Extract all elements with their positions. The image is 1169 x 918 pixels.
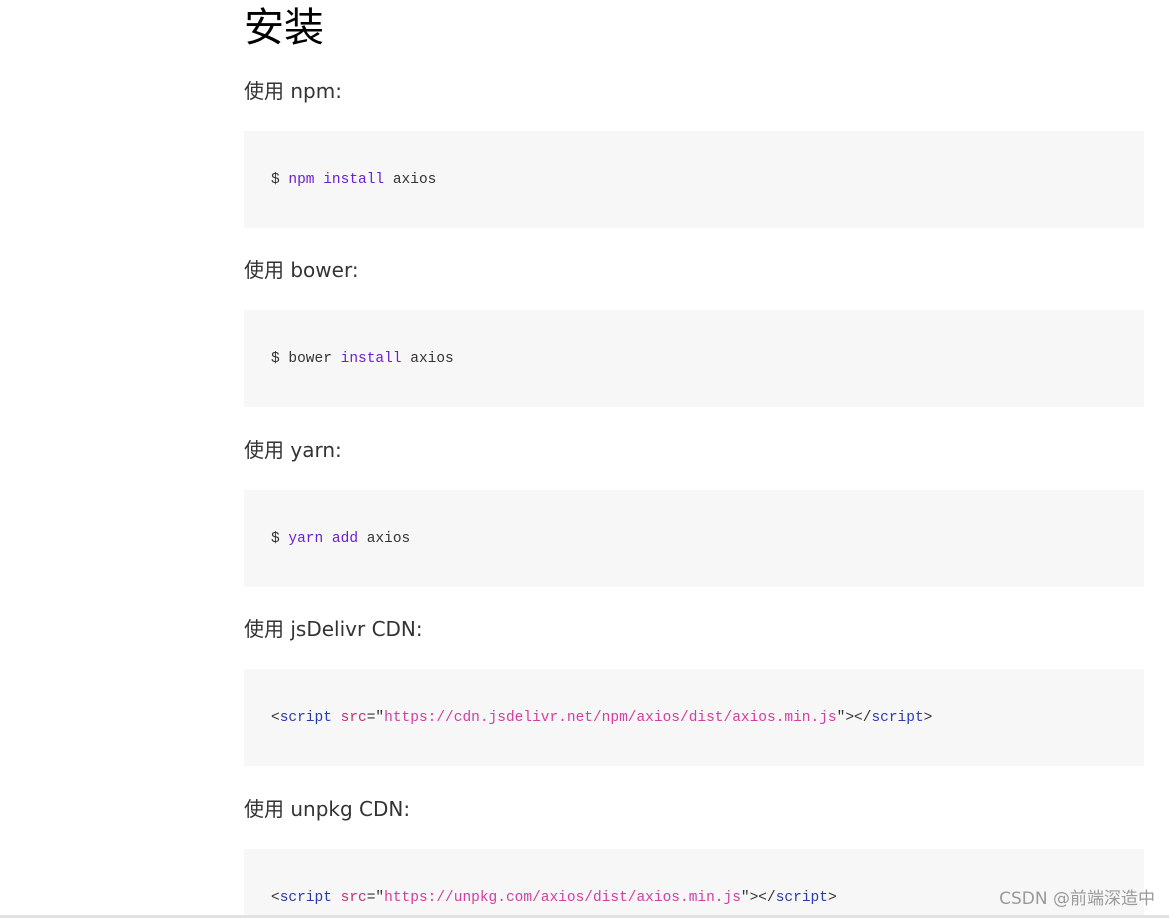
code-line: $ npm install axios [271,172,436,188]
code-token-attr: src [340,889,367,906]
code-token-tag: script [279,889,332,906]
code-line: $ bower install axios [271,351,454,367]
code-token-plain: < [271,709,280,726]
code-token-plain: > [827,889,837,906]
code-token-plain: $ [271,171,289,188]
code-token-str: https://unpkg.com/axios/dist/axios.min.j… [384,889,741,906]
section-label-bower: 使用 bower: [244,258,359,282]
code-token-plain: < [271,889,280,906]
code-token-cmd: yarn [288,530,324,547]
code-line: $ yarn add axios [271,531,410,547]
code-token-cmd: install [323,171,385,188]
code-block-npm[interactable]: $ npm install axios [244,131,1144,228]
code-line: <script src="https://unpkg.com/axios/dis… [271,890,837,906]
code-line: <script src="https://cdn.jsdelivr.net/np… [271,710,932,726]
code-token-plain: > [923,709,933,726]
code-token-cmd: install [340,350,402,367]
code-block-bower[interactable]: $ bower install axios [244,310,1144,407]
code-token-plain: axios [358,530,411,547]
section-label-jsdelivr: 使用 jsDelivr CDN: [244,617,423,641]
code-token-cmd: npm [288,171,315,188]
section-label-unpkg: 使用 unpkg CDN: [244,797,411,821]
code-block-yarn[interactable]: $ yarn add axios [244,490,1144,587]
section-label-npm: 使用 npm: [244,79,342,103]
code-token-cmd: add [331,530,359,547]
code-token-tag: script [279,709,332,726]
code-token-tag: script [871,709,924,726]
code-token-plain: =" [366,709,385,726]
code-token-plain: $ bower [271,350,341,367]
code-block-jsdelivr[interactable]: <script src="https://cdn.jsdelivr.net/np… [244,669,1144,766]
code-token-plain: axios [401,350,454,367]
page-title: 安装 [244,5,324,51]
code-token-plain: $ [271,530,289,547]
code-token-str: https://cdn.jsdelivr.net/npm/axios/dist/… [384,709,837,726]
code-token-plain: =" [366,889,385,906]
code-token-plain: "></ [740,889,776,906]
code-token-tag: script [775,889,828,906]
code-token-plain: "></ [836,709,872,726]
code-token-plain: axios [384,171,437,188]
section-label-yarn: 使用 yarn: [244,438,342,462]
code-token-attr: src [340,709,367,726]
csdn-watermark: CSDN @前端深造中 [999,889,1155,909]
